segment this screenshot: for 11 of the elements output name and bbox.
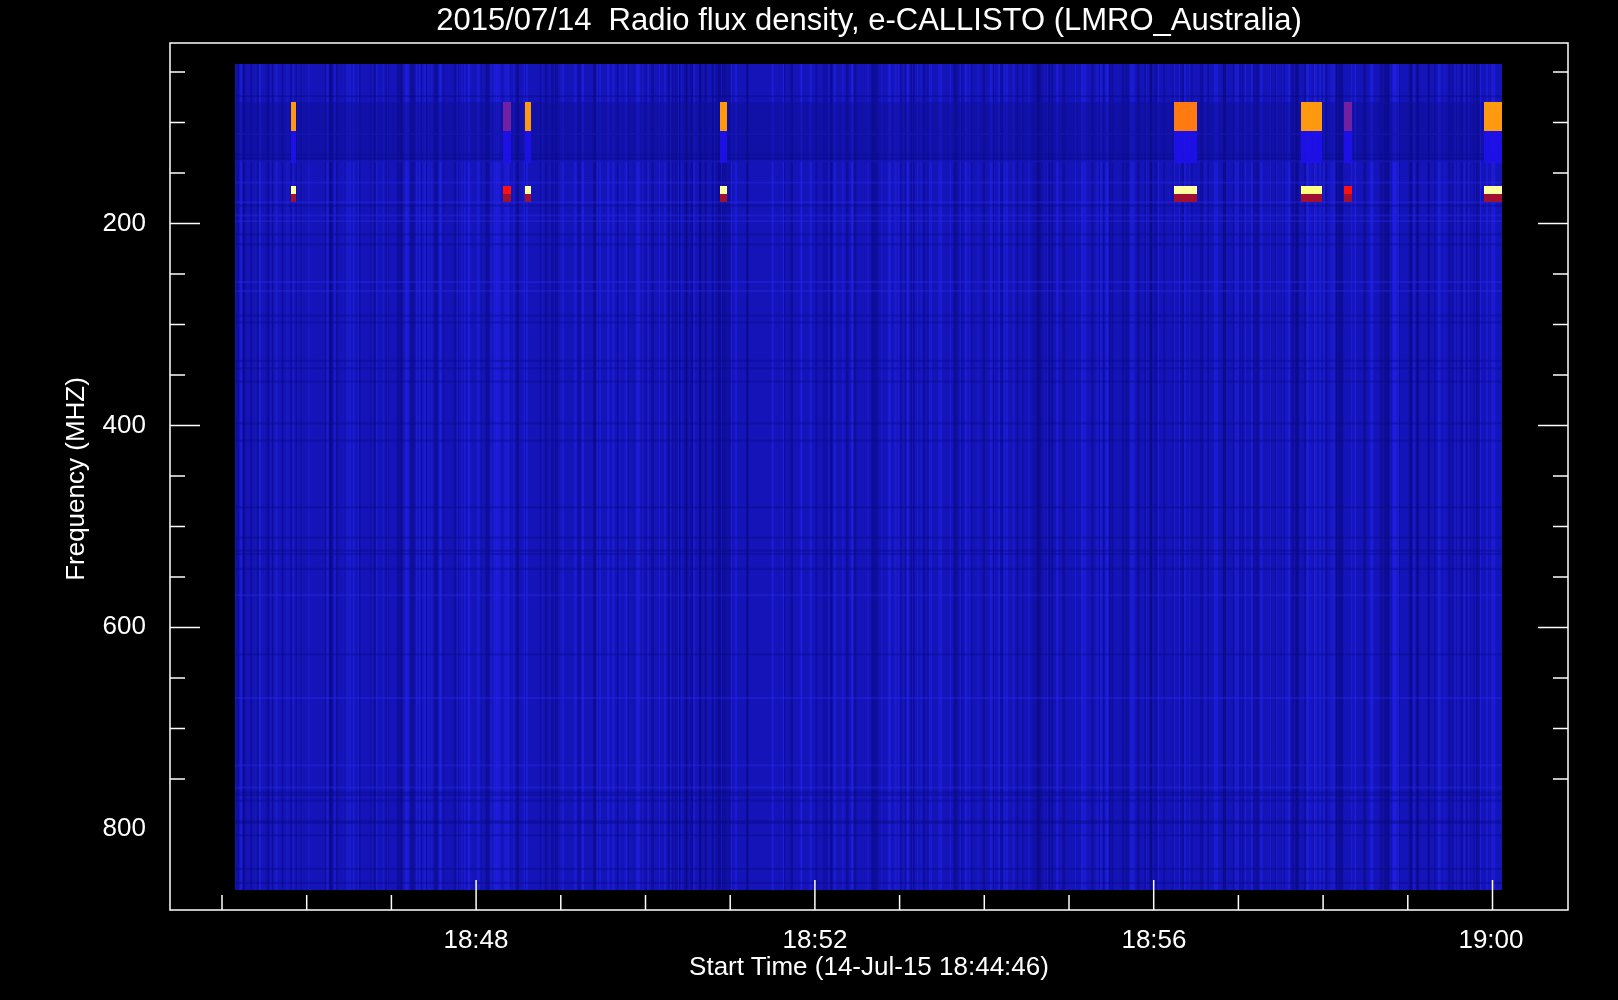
x-tick-label: 19:00 [1458,924,1524,954]
y-tick-label: 600 [102,610,146,640]
x-tick-label: 18:56 [1121,924,1187,954]
y-tick-label: 200 [102,207,146,237]
x-axis-label: Start Time (14-Jul-15 18:44:46) [689,951,1049,981]
y-tick-label: 800 [102,812,146,842]
chart-title: 2015/07/14 Radio flux density, e-CALLISTO (LMRO_Australia) [436,2,1302,37]
x-tick-label: 18:52 [782,924,848,954]
y-tick-label: 400 [102,409,146,439]
y-axis-label: Frequency (MHZ) [60,377,90,581]
x-tick-label: 18:48 [443,924,509,954]
